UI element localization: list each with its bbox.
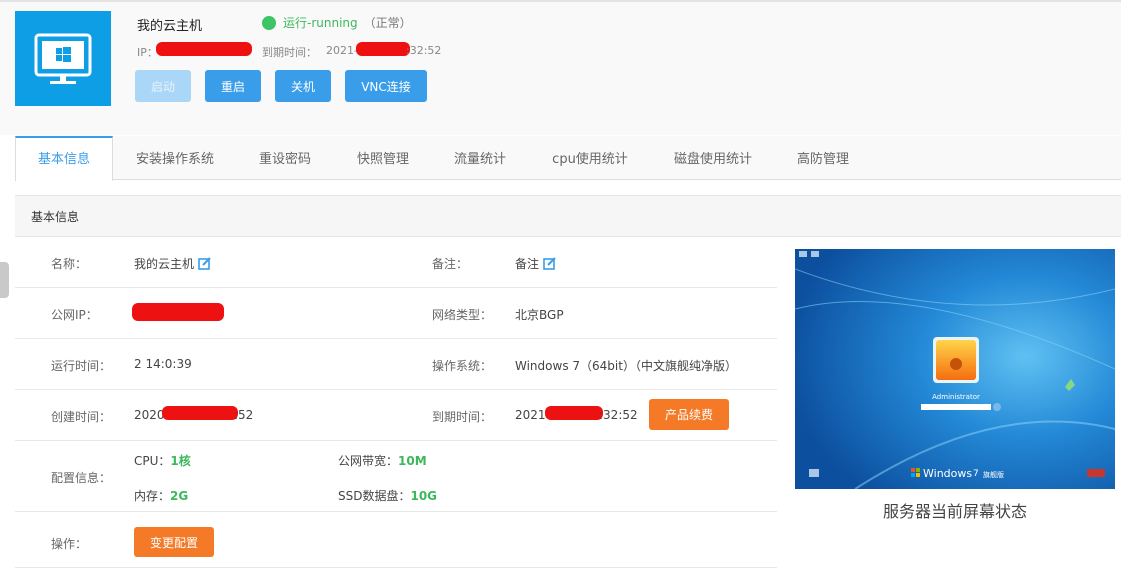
name-value: 我的云主机	[134, 257, 195, 271]
side-collapse-handle[interactable]	[0, 262, 9, 298]
bandwidth-label: 公网带宽：	[338, 454, 399, 468]
tab-cpu-stats[interactable]: cpu使用统计	[539, 136, 641, 180]
status-dot-icon	[262, 15, 276, 30]
windows-edition: 旗舰版	[983, 470, 1004, 479]
os-value: Windows 7（64bit）（中文旗舰纯净版）	[515, 359, 737, 373]
expire-suffix: :32:52	[406, 44, 442, 57]
change-config-button[interactable]: 变更配置	[134, 527, 214, 557]
memory-label: 内存：	[134, 489, 171, 503]
tab-snapshots[interactable]: 快照管理	[345, 136, 421, 180]
network-label: 网络类型：	[432, 308, 493, 322]
bandwidth-info: 公网带宽：10M	[338, 452, 427, 469]
tab-basic-info[interactable]: 基本信息	[15, 136, 113, 181]
redacted-expire	[356, 42, 410, 56]
windows-version: 7	[973, 469, 979, 479]
login-user-name: Administrator	[932, 393, 980, 401]
vnc-button[interactable]: VNC连接	[345, 70, 427, 102]
row-divider	[15, 389, 777, 390]
created-suffix: :52	[234, 408, 254, 422]
page-title: 我的云主机	[137, 19, 203, 34]
row-divider	[15, 511, 777, 512]
created-label: 创建时间：	[51, 410, 112, 424]
status-normal: （正常）	[363, 16, 412, 30]
screen-preview[interactable]: Administrator Windows 7 旗舰版	[795, 249, 1115, 489]
name-value-wrap: 我的云主机	[134, 255, 212, 272]
name-label: 名称：	[51, 257, 88, 271]
section-header	[15, 195, 1121, 237]
cpu-value: 1核	[170, 454, 191, 468]
tab-bar: 基本信息 安装操作系统 重设密码 快照管理 流量统计 cpu使用统计 磁盘使用统…	[15, 136, 1121, 181]
status-text: 运行-running	[283, 16, 358, 30]
server-logo	[15, 11, 111, 106]
shutdown-button[interactable]: 关机	[275, 70, 331, 102]
created-prefix: 2020	[134, 408, 165, 422]
restart-button[interactable]: 重启	[205, 70, 261, 102]
row-divider	[15, 287, 777, 288]
tab-ddos-protection[interactable]: 高防管理	[785, 136, 861, 180]
row-divider	[15, 567, 777, 568]
redacted-public-ip	[132, 303, 224, 321]
bandwidth-value: 10M	[398, 454, 427, 468]
ops-label: 操作：	[51, 537, 88, 551]
windows-brand: Windows	[923, 467, 972, 480]
screen-caption: 服务器当前屏幕状态	[882, 502, 1027, 521]
windows-login-screen: Administrator Windows 7 旗舰版	[795, 249, 1115, 489]
redacted-created	[162, 406, 238, 420]
cpu-label: CPU：	[134, 454, 171, 468]
remark-value-wrap: 备注	[515, 255, 557, 272]
ssd-info: SSD数据盘：10G	[338, 487, 437, 504]
expire-label: 到期时间：	[262, 46, 317, 59]
tab-reset-password[interactable]: 重设密码	[247, 136, 323, 180]
ip-label: IP：	[137, 46, 158, 59]
remark-value: 备注	[515, 257, 540, 271]
row-divider	[15, 338, 777, 339]
edit-name-icon[interactable]	[198, 256, 212, 270]
tab-disk-stats[interactable]: 磁盘使用统计	[661, 136, 765, 180]
memory-info: 内存：2G	[134, 487, 188, 504]
network-value: 北京BGP	[515, 308, 564, 322]
ssd-value: 10G	[410, 489, 438, 503]
uptime-value: 2 14:0:39	[134, 357, 192, 371]
expire-suffix-row: :32:52	[599, 408, 638, 422]
expire-label-row: 到期时间：	[432, 410, 493, 424]
tab-install-os[interactable]: 安装操作系统	[123, 136, 227, 180]
start-button[interactable]: 启动	[135, 70, 191, 102]
cpu-info: CPU：1核	[134, 452, 191, 469]
expire-prefix: 2021-	[326, 44, 358, 57]
row-divider	[15, 440, 777, 441]
os-label: 操作系统：	[432, 359, 493, 373]
memory-value: 2G	[170, 489, 189, 503]
ssd-label: SSD数据盘：	[338, 489, 411, 503]
status-indicator: 运行-running （正常）	[262, 14, 412, 31]
redacted-ip	[156, 42, 252, 56]
tab-traffic-stats[interactable]: 流量统计	[442, 136, 518, 180]
redacted-expire-row	[545, 406, 603, 420]
renew-button[interactable]: 产品续费	[649, 399, 729, 430]
section-title: 基本信息	[31, 210, 80, 224]
monitor-windows-icon	[34, 33, 92, 84]
config-label: 配置信息：	[51, 471, 112, 485]
public-ip-label: 公网IP：	[51, 308, 98, 322]
remark-label: 备注：	[432, 257, 469, 271]
edit-remark-icon[interactable]	[543, 256, 557, 270]
uptime-label: 运行时间：	[51, 359, 112, 373]
